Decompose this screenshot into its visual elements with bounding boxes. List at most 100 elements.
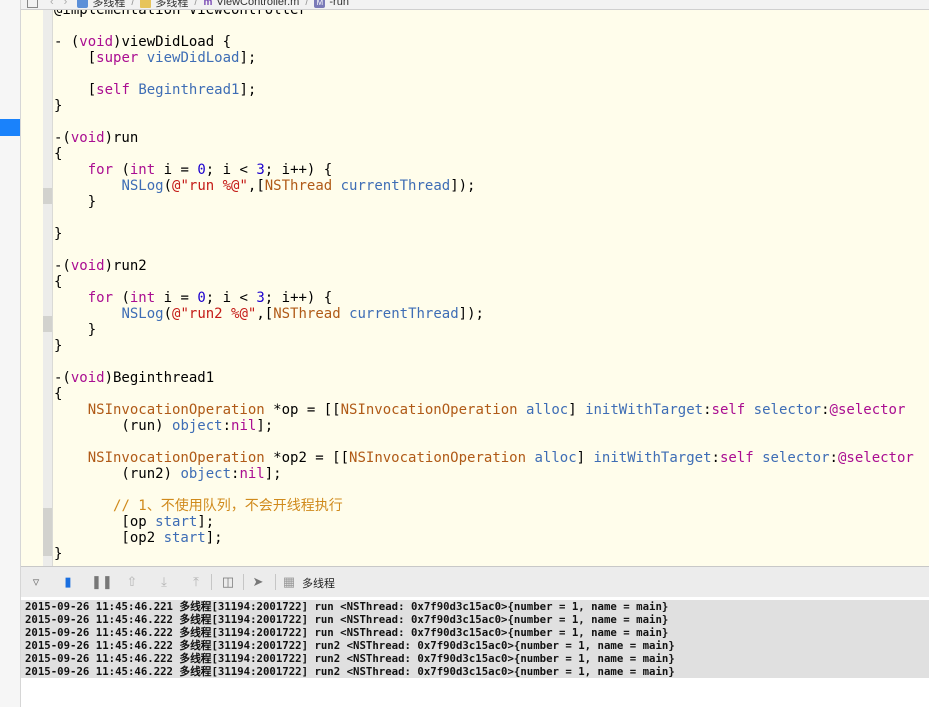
code-token: NSInvocationOperation [349, 450, 527, 466]
jump-bar-project[interactable]: 多线程 [92, 0, 125, 9]
code-token: { [54, 274, 63, 290]
code-token: } [54, 226, 63, 242]
code-token: ( [113, 162, 130, 178]
debug-target-label[interactable]: 多线程 [302, 575, 335, 591]
code-token: *op2 = [[ [264, 450, 350, 466]
code-token: currentThread [349, 306, 459, 322]
jump-bar-file[interactable]: ViewController.m [216, 0, 299, 8]
fold-marker[interactable] [43, 316, 52, 332]
console-line: 2015-09-26 11:45:46.222 多线程[31194:200172… [25, 613, 669, 626]
code-token: -( [54, 258, 71, 274]
code-line: NSLog(@"run %@",[NSThread currentThread]… [54, 178, 914, 194]
code-token: { [54, 386, 63, 402]
code-token: nil [239, 466, 265, 482]
code-line: } [54, 338, 914, 354]
jump-bar-symbol[interactable]: -run [329, 0, 349, 8]
code-token: NSLog [121, 178, 164, 194]
code-token: Beginthread1 [138, 82, 240, 98]
code-line: - (void)viewDidLoad { [54, 34, 914, 50]
code-token: start [163, 530, 206, 546]
code-line: { [54, 274, 914, 290]
related-items-icon[interactable] [27, 0, 38, 8]
back-arrow-icon[interactable]: ‹ [50, 0, 54, 8]
code-token: [op2 [54, 530, 164, 546]
code-token: start [155, 514, 198, 530]
code-token: object [172, 418, 223, 434]
step-out-icon[interactable]: ⤒ [187, 573, 205, 591]
code-token: ; i++) { [264, 290, 333, 306]
forward-arrow-icon[interactable]: › [64, 0, 68, 8]
code-token: ]); [458, 306, 484, 322]
code-token: : [703, 402, 712, 418]
debug-bar: ▿ ▮ ❚❚ ⇧ ⤓ ⤒ ◫ ➤ ▦ 多线程 [21, 566, 929, 598]
code-line: } [54, 98, 914, 114]
code-line: [op2 start]; [54, 530, 914, 546]
code-token: @"run2 %@" [172, 306, 257, 322]
console-output[interactable]: 2015-09-26 11:45:46.221 多线程[31194:200172… [21, 597, 929, 707]
code-editor[interactable]: @implementation ViewController - (void)v… [21, 10, 929, 566]
code-line: NSLog(@"run2 %@",[NSThread currentThread… [54, 306, 914, 322]
simulate-location-icon[interactable]: ➤ [249, 573, 267, 591]
step-into-icon[interactable]: ⤓ [155, 573, 173, 591]
code-token: } [54, 322, 97, 338]
objc-file-icon: m [203, 0, 213, 8]
code-token: ]; [239, 50, 257, 66]
toolbar-divider [211, 574, 212, 590]
code-token: selector [753, 402, 822, 418]
step-over-icon[interactable]: ⇧ [123, 573, 141, 591]
code-token: { [54, 146, 63, 162]
code-token: *op = [[ [264, 402, 341, 418]
code-line: { [54, 386, 914, 402]
view-hierarchy-icon[interactable]: ◫ [219, 573, 237, 591]
code-token: NSThread [264, 178, 333, 194]
code-token: ( [163, 178, 173, 194]
folder-icon [140, 0, 152, 8]
fold-marker[interactable] [43, 508, 52, 556]
code-token: NSInvocationOperation [87, 450, 265, 466]
code-token: ]; [205, 530, 223, 546]
code-line: for (int i = 0; i < 3; i++) { [54, 162, 914, 178]
code-token: object [180, 466, 232, 482]
jump-bar: ‹ › 多线程 / 多线程 / m ViewController.m / M -… [21, 0, 929, 10]
code-token: -( [54, 370, 71, 386]
console-line: 2015-09-26 11:45:46.222 多线程[31194:200172… [25, 626, 669, 639]
console-line: 2015-09-26 11:45:46.222 多线程[31194:200172… [25, 652, 675, 665]
code-token: : [829, 450, 838, 466]
code-token: : [222, 418, 232, 434]
code-token: : [821, 402, 830, 418]
code-token: @implementation ViewController [54, 10, 307, 18]
code-token: void [70, 370, 105, 386]
code-token: - ( [54, 34, 80, 50]
code-token: ( [113, 290, 130, 306]
code-folding-ribbon[interactable] [43, 10, 53, 566]
source-code[interactable]: @implementation ViewController - (void)v… [54, 10, 914, 562]
code-token: )Beginthread1 [104, 370, 215, 386]
jump-bar-separator: / [305, 0, 309, 8]
code-token: viewDidLoad [146, 50, 240, 66]
breakpoints-toggle-icon[interactable]: ▮ [59, 573, 77, 591]
fold-marker[interactable] [43, 188, 52, 204]
code-token: for [87, 290, 114, 306]
code-token: 3 [256, 162, 265, 178]
code-token: // 1、不使用队列，不会开线程执行 [113, 498, 343, 514]
thread-target-icon[interactable]: ▦ [280, 573, 298, 591]
code-token: (run2) [54, 466, 181, 482]
code-token: } [54, 546, 63, 562]
selected-row-marker [0, 119, 20, 136]
pause-icon[interactable]: ❚❚ [91, 573, 113, 591]
code-token: ; i < [205, 290, 257, 306]
hide-debug-area-icon[interactable]: ▿ [27, 573, 45, 591]
code-token: ] [576, 450, 594, 466]
code-token: int [129, 290, 156, 306]
jump-bar-group[interactable]: 多线程 [155, 0, 188, 9]
